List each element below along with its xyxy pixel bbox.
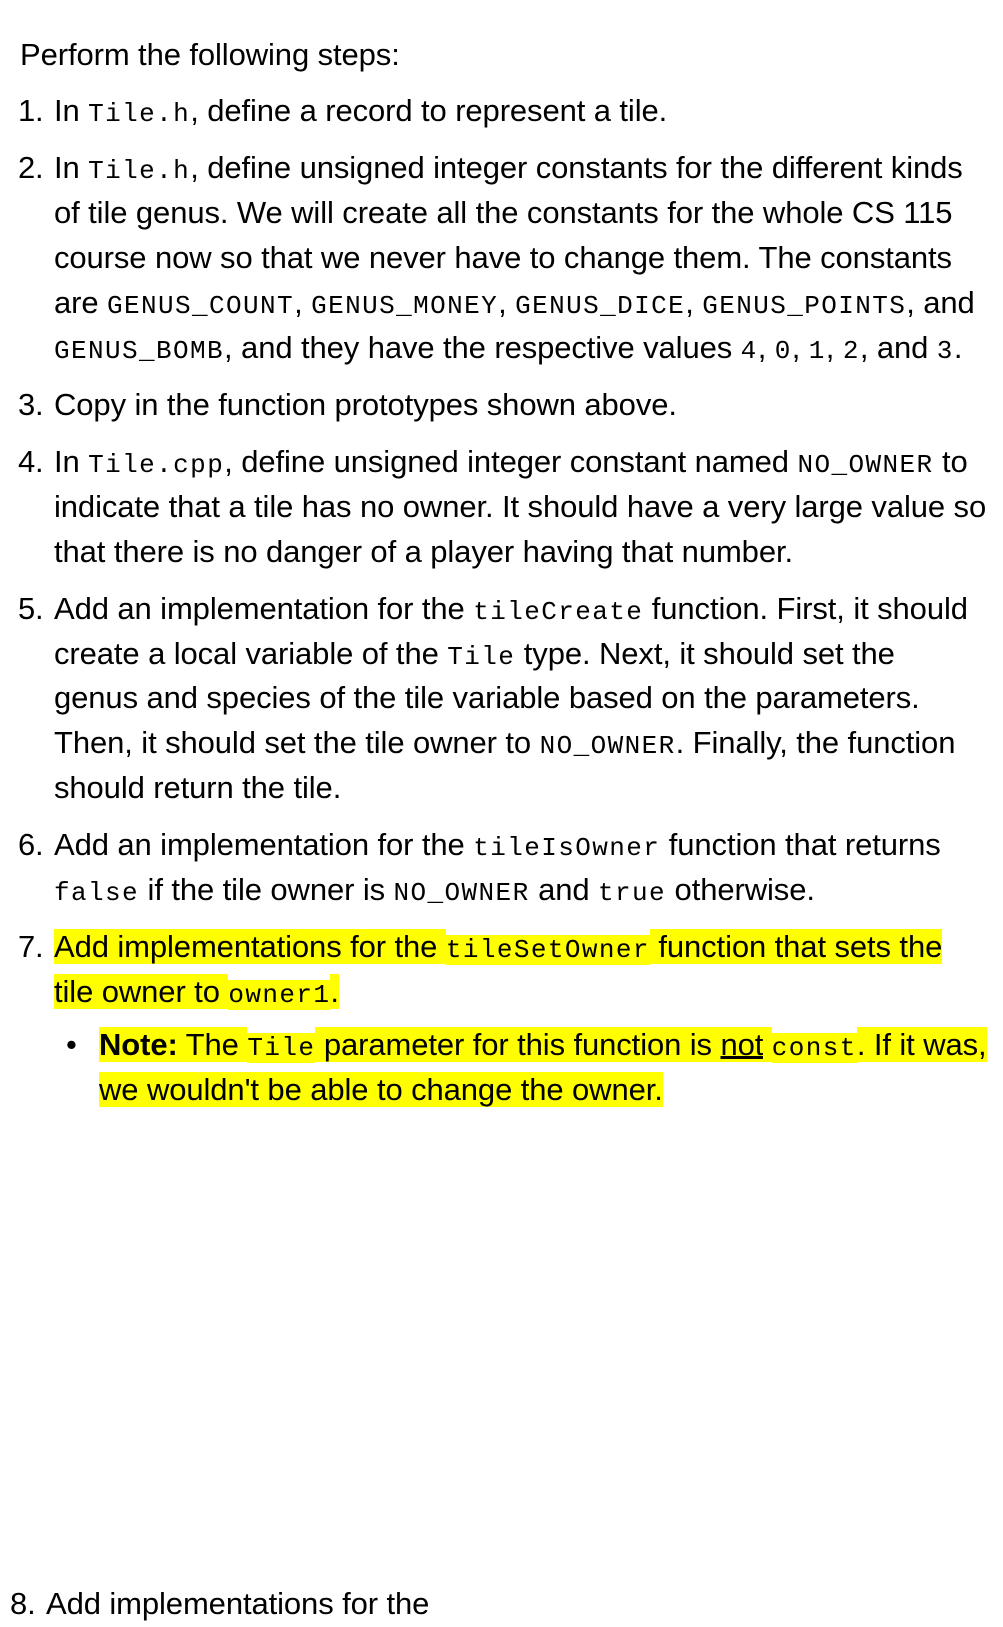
note-0-bold-0: Note: xyxy=(99,1027,178,1063)
step-1-text-18: , xyxy=(825,329,843,365)
step-item: 1. In Tile.h, define a record to represen… xyxy=(10,89,987,134)
step-1-code-15: 0 xyxy=(774,335,792,366)
step-5-code-7: true xyxy=(598,878,667,909)
step-4-text-0: Add an implementation for the xyxy=(54,590,474,626)
step-item: 5. Add an implementation for the tileCrea… xyxy=(10,587,987,812)
step-item: 3. Copy in the function prototypes shown … xyxy=(10,383,987,428)
step-body: Add an implementation for the tileCreate… xyxy=(54,591,968,806)
step-1-text-20: , and xyxy=(859,329,937,365)
step-1-code-7: GENUS_DICE xyxy=(515,290,686,321)
step-1-text-4: , xyxy=(294,284,312,320)
step-body: Add an implementation for the tileIsOwne… xyxy=(54,827,941,909)
step-1-text-14: , xyxy=(757,329,775,365)
step-5-code-5: NO_OWNER xyxy=(393,878,530,909)
step-5-text-8: otherwise. xyxy=(666,872,815,908)
step-5-text-6: and xyxy=(529,872,599,908)
step-number: 7. xyxy=(18,929,44,965)
note-0-code-6: const xyxy=(771,1033,857,1064)
step-body: Add implementations for the tileSetOwner… xyxy=(54,929,942,1011)
note-0-code-2: Tile xyxy=(247,1033,316,1064)
cutoff-step-text: Add implementations for the xyxy=(46,1586,430,1622)
step-1-code-13: 4 xyxy=(740,335,758,366)
step-5-code-3: false xyxy=(54,878,140,909)
step-3-code-1: Tile.cpp xyxy=(88,449,225,480)
step-6-code-1: tileSetOwner xyxy=(445,935,650,966)
step-0-code-1: Tile.h xyxy=(88,99,191,130)
step-4-code-3: Tile xyxy=(447,641,516,672)
step-1-code-5: GENUS_MONEY xyxy=(311,290,499,321)
step-body: Copy in the function prototypes shown ab… xyxy=(54,387,677,422)
step-item: 4. In Tile.cpp, define unsigned integer c… xyxy=(10,440,987,575)
note-0-text-1: The xyxy=(177,1027,248,1063)
step-0-text-2: , define a record to represent a tile. xyxy=(190,93,668,129)
step-number: 6. xyxy=(18,827,44,863)
step-1-code-21: 3 xyxy=(936,335,954,366)
step-4-code-5: NO_OWNER xyxy=(539,731,676,762)
note-0-text-3: parameter for this function is xyxy=(315,1027,721,1063)
step-body: In Tile.h, define unsigned integer const… xyxy=(54,150,975,366)
step-3-text-0: In xyxy=(54,443,89,479)
step-0-text-0: In xyxy=(54,93,89,129)
step-item: 6. Add an implementation for the tileIsOw… xyxy=(10,823,987,913)
step-1-code-9: GENUS_POINTS xyxy=(702,290,907,321)
step-number: 4. xyxy=(18,443,44,479)
intro-line: Perform the following steps: xyxy=(20,37,400,72)
step-1-text-12: , and they have the respective values xyxy=(224,329,741,365)
step-5-text-0: Add an implementation for the xyxy=(54,827,474,863)
step-6-text-4: . xyxy=(330,974,339,1010)
step-5-code-1: tileIsOwner xyxy=(473,833,661,864)
step-2-text-0: Copy in the function prototypes shown ab… xyxy=(54,386,677,422)
step-1-text-10: , and xyxy=(906,284,975,320)
sub-bullet-list: • Note: The Tile parameter for this funct… xyxy=(54,1023,987,1113)
sub-bullet-item: • Note: The Tile parameter for this funct… xyxy=(54,1023,987,1113)
step-5-text-2: function that returns xyxy=(660,827,941,863)
step-1-text-22: . xyxy=(953,329,963,365)
step-number: 3. xyxy=(18,386,44,422)
step-4-code-1: tileCreate xyxy=(473,596,644,627)
step-1-text-16: , xyxy=(791,329,809,365)
step-1-code-1: Tile.h xyxy=(88,156,191,187)
step-1-text-8: , xyxy=(685,284,703,320)
step-body: In Tile.cpp, define unsigned integer con… xyxy=(54,444,986,569)
step-item: 7. Add implementations for the tileSetOwn… xyxy=(10,925,987,1113)
step-1-text-6: , xyxy=(498,284,516,320)
step-item: 2. In Tile.h, define unsigned integer con… xyxy=(10,146,987,371)
note-0-text-5 xyxy=(763,1027,772,1063)
step-1-code-19: 2 xyxy=(842,335,860,366)
steps-list: 1. In Tile.h, define a record to represen… xyxy=(10,89,987,1113)
step-1-text-0: In xyxy=(54,150,89,186)
step-3-text-2: , define unsigned integer constant named xyxy=(224,443,798,479)
step-1-code-3: GENUS_COUNT xyxy=(107,290,295,321)
step-number: 2. xyxy=(18,150,44,186)
step-6-code-3: owner1 xyxy=(228,980,331,1011)
sub-bullet-body: Note: The Tile parameter for this functi… xyxy=(99,1027,987,1107)
step-3-code-3: NO_OWNER xyxy=(797,449,934,480)
step-1-code-11: GENUS_BOMB xyxy=(54,335,225,366)
step-body: In Tile.h, define a record to represent … xyxy=(54,93,668,130)
bullet-dot-icon: • xyxy=(66,1027,77,1063)
step-number: 1. xyxy=(18,93,44,129)
note-0-underline-4: not xyxy=(720,1027,764,1063)
document-page: Perform the following steps: 1. In Tile.h… xyxy=(0,0,1003,1621)
step-5-text-4: if the tile owner is xyxy=(139,872,394,908)
step-6-text-0: Add implementations for the xyxy=(54,929,446,965)
step-1-code-17: 1 xyxy=(808,335,826,366)
step-number: 5. xyxy=(18,590,44,626)
